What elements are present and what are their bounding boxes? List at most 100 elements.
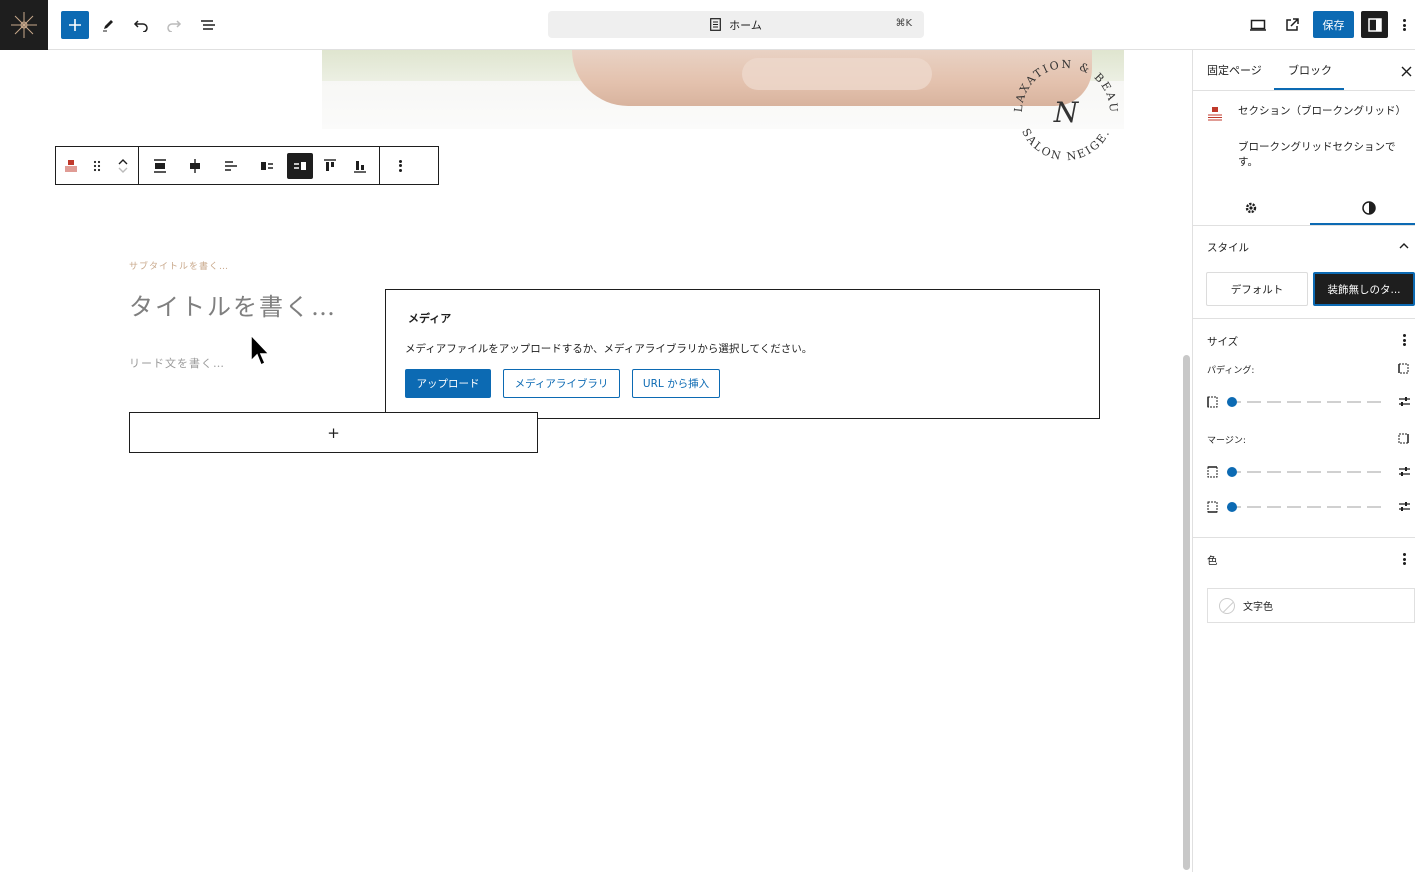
style-no-decoration-button[interactable]: 装飾無しのタ...	[1313, 272, 1415, 306]
tab-styles[interactable]	[1359, 198, 1379, 218]
slider-track[interactable]	[1227, 401, 1387, 403]
more-vertical-icon	[1402, 19, 1406, 31]
padding-slider[interactable]	[1207, 395, 1412, 409]
side-all-icon	[1207, 396, 1218, 408]
alignment-group	[139, 147, 380, 184]
pencil-icon	[103, 20, 113, 32]
seal-text-bottom: SALON NEIGE.	[1019, 126, 1111, 163]
insert-from-url-button[interactable]: URL から挿入	[632, 369, 720, 398]
justify-left-button[interactable]	[213, 147, 249, 184]
move-block-buttons[interactable]	[108, 147, 138, 184]
tab-page[interactable]: 固定ページ	[1207, 62, 1262, 78]
size-options-button[interactable]	[1403, 334, 1406, 346]
media-right-icon	[294, 161, 306, 170]
align-top-button[interactable]	[315, 147, 345, 184]
close-sidebar-button[interactable]	[1401, 62, 1412, 81]
media-right-button[interactable]	[287, 152, 313, 179]
block-options-button[interactable]	[385, 147, 415, 184]
undo-icon	[133, 20, 148, 32]
tab-settings[interactable]	[1241, 198, 1261, 218]
contrast-icon	[1362, 201, 1376, 215]
active-subtab-indicator	[1310, 223, 1415, 225]
color-section-title: 色	[1207, 555, 1218, 567]
block-card-description: ブロークングリッドセクションです。	[1238, 141, 1396, 168]
slider-thumb[interactable]	[1227, 502, 1237, 512]
external-link-icon	[1286, 18, 1299, 31]
desktop-icon	[1250, 19, 1266, 31]
margin-bottom-slider[interactable]	[1207, 500, 1412, 514]
settings-sidebar-toggle[interactable]	[1361, 11, 1388, 38]
block-inspector-tabs	[1193, 190, 1415, 226]
chevron-up-icon[interactable]	[1399, 242, 1409, 249]
salon-seal-logo: RELAXATION & BEAUTY SALON NEIGE. N	[1004, 50, 1118, 163]
justify-left-icon	[225, 160, 237, 171]
media-library-button[interactable]: メディアライブラリ	[503, 369, 620, 398]
snowflake-logo-icon	[11, 12, 37, 38]
chevron-down-icon[interactable]	[118, 166, 128, 174]
upload-button[interactable]: アップロード	[405, 369, 491, 398]
divider	[1193, 318, 1415, 319]
block-appender-button[interactable]: +	[129, 412, 538, 453]
block-toolbar	[55, 146, 439, 185]
subtitle-placeholder[interactable]: サブタイトルを書く…	[129, 259, 229, 272]
media-placeholder[interactable]: メディア メディアファイルをアップロードするか、メディアライブラリから選択してく…	[385, 289, 1100, 419]
undo-button[interactable]	[127, 11, 155, 39]
slider-track[interactable]	[1227, 471, 1387, 473]
link-sides-icon[interactable]	[1398, 363, 1409, 374]
mouse-pointer-icon	[250, 333, 271, 367]
block-parent-group	[56, 147, 139, 184]
tools-button[interactable]	[94, 11, 122, 39]
media-placeholder-description: メディアファイルをアップロードするか、メディアライブラリから選択してください。	[405, 343, 813, 355]
title-placeholder[interactable]: タイトルを書く…	[129, 287, 337, 322]
margin-label: マージン:	[1207, 436, 1246, 446]
style-default-button[interactable]: デフォルト	[1206, 272, 1308, 306]
redo-icon	[167, 20, 182, 32]
block-inserter-button[interactable]	[61, 11, 89, 39]
document-overview-button[interactable]	[194, 11, 222, 39]
drag-handle-icon	[93, 160, 101, 171]
command-palette-bar[interactable]: ホーム ⌘K	[548, 11, 924, 38]
arm-highlight-shape	[742, 58, 932, 90]
section-block-icon	[1208, 107, 1222, 121]
align-full-button[interactable]	[143, 147, 177, 184]
settings-sliders-icon[interactable]	[1398, 500, 1411, 513]
canvas-scrollbar[interactable]	[1183, 355, 1190, 870]
align-stretch-icon	[154, 158, 166, 173]
text-color-button[interactable]: 文字色	[1207, 588, 1415, 623]
sidebar-tabs: 固定ページ ブロック	[1193, 50, 1415, 91]
save-button[interactable]: 保存	[1313, 11, 1354, 38]
size-section-title: サイズ	[1207, 336, 1239, 348]
empty-color-swatch-icon	[1219, 597, 1235, 614]
editor-canvas[interactable]: RELAXATION & BEAUTY SALON NEIGE. N	[0, 50, 1181, 872]
more-vertical-icon	[398, 159, 402, 172]
block-type-button[interactable]	[56, 147, 86, 184]
settings-sliders-icon[interactable]	[1398, 465, 1411, 478]
align-bottom-button[interactable]	[345, 147, 375, 184]
color-options-button[interactable]	[1403, 553, 1406, 565]
sidebar-icon	[1367, 17, 1382, 32]
align-top-icon	[324, 158, 336, 171]
redo-button[interactable]	[160, 11, 188, 39]
side-top-icon	[1207, 466, 1218, 478]
svg-text:SALON NEIGE.: SALON NEIGE.	[1019, 126, 1113, 163]
media-left-button[interactable]	[249, 147, 285, 184]
list-view-icon	[201, 20, 215, 30]
preview-device-button[interactable]	[1244, 11, 1272, 39]
slider-track[interactable]	[1227, 506, 1387, 508]
tab-block[interactable]: ブロック	[1288, 62, 1332, 78]
side-bottom-icon	[1207, 501, 1218, 513]
align-center-button[interactable]	[177, 147, 213, 184]
media-placeholder-title: メディア	[408, 312, 452, 325]
margin-top-slider[interactable]	[1207, 465, 1412, 479]
link-sides-icon[interactable]	[1398, 433, 1409, 444]
chevron-up-icon[interactable]	[118, 158, 128, 166]
view-page-button[interactable]	[1278, 11, 1306, 39]
drag-handle[interactable]	[86, 147, 108, 184]
slider-thumb[interactable]	[1227, 397, 1237, 407]
slider-thumb[interactable]	[1227, 467, 1237, 477]
styles-section-title[interactable]: スタイル	[1207, 240, 1249, 255]
settings-sliders-icon[interactable]	[1398, 395, 1411, 408]
lead-placeholder[interactable]: リード文を書く…	[129, 355, 225, 371]
site-logo[interactable]	[0, 0, 48, 50]
options-menu-button[interactable]	[1394, 11, 1414, 39]
